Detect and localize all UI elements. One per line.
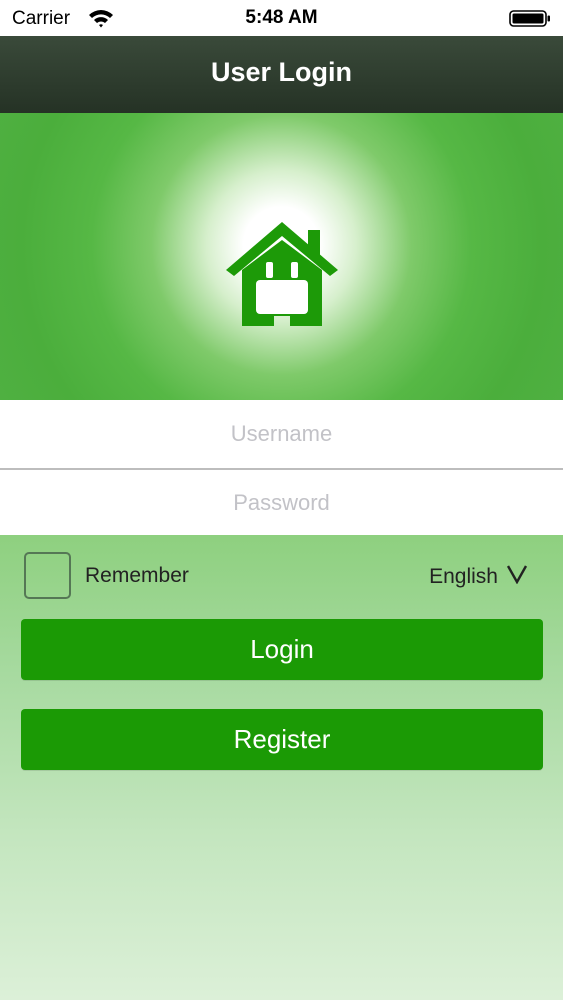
password-input[interactable] — [0, 488, 563, 517]
username-field[interactable] — [0, 400, 563, 470]
login-button-label: Login — [250, 634, 314, 664]
language-label: English — [429, 565, 498, 588]
password-field[interactable] — [0, 470, 563, 535]
login-button[interactable]: Login — [21, 619, 543, 680]
register-button-label: Register — [233, 724, 331, 754]
remember-checkbox[interactable] — [24, 552, 71, 599]
hero-banner — [0, 113, 563, 400]
username-input[interactable] — [0, 420, 563, 448]
house-plug-icon — [224, 218, 340, 328]
register-button[interactable]: Register — [21, 709, 543, 770]
status-time: 5:48 AM — [245, 7, 318, 28]
navigation-bar: User Login — [0, 36, 563, 113]
battery-full-icon — [509, 10, 551, 27]
status-bar: Carrier 5:48 AM — [0, 0, 563, 36]
language-select[interactable]: English — [429, 564, 528, 590]
remember-label: Remember — [85, 564, 189, 587]
chevron-down-icon — [506, 564, 528, 590]
page-title: User Login — [210, 57, 352, 87]
